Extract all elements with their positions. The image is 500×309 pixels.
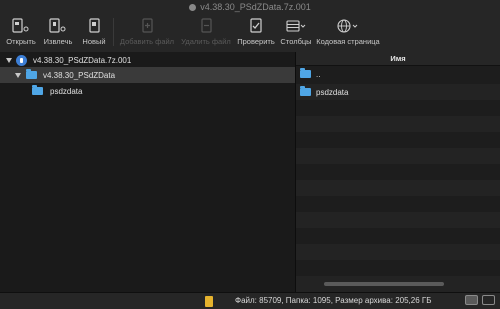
status-bar: Файл: 85709, Папка: 1095, Размер архива:… bbox=[0, 292, 500, 309]
zip-archive-icon bbox=[205, 296, 213, 307]
archive-title-icon bbox=[189, 3, 197, 11]
archive-icon bbox=[16, 54, 27, 66]
open-archive-icon bbox=[11, 17, 31, 34]
add-file-button[interactable]: Добавить файл bbox=[117, 17, 177, 46]
test-archive-button[interactable]: Проверить bbox=[235, 17, 277, 46]
file-list: Имя .. psdzdata bbox=[296, 52, 500, 292]
empty-row bbox=[296, 116, 500, 132]
column-view-button[interactable] bbox=[482, 295, 495, 305]
extract-icon bbox=[48, 17, 68, 34]
open-button[interactable]: Открыть bbox=[4, 17, 38, 46]
delete-file-icon bbox=[198, 17, 214, 34]
tree-item-v4-folder[interactable]: v4.38.30_PSdZData bbox=[0, 67, 295, 83]
empty-row bbox=[296, 148, 500, 164]
disclosure-expanded-icon[interactable] bbox=[15, 72, 21, 78]
tree-item-psdzdata[interactable]: psdzdata bbox=[0, 83, 301, 141]
add-file-icon bbox=[139, 17, 155, 34]
folder-tree: v4.38.30_PSdZData.7z.001 v4.38.30_PSdZDa… bbox=[0, 52, 301, 292]
globe-icon bbox=[336, 17, 360, 34]
tree-item-archive[interactable]: v4.38.30_PSdZData.7z.001 bbox=[0, 52, 295, 68]
app-window: v4.38.30_PSdZData.7z.001 Открыть Извлечь… bbox=[0, 0, 500, 309]
list-item[interactable]: .. bbox=[296, 66, 500, 82]
disclosure-expanded-icon[interactable] bbox=[6, 57, 12, 63]
new-archive-icon bbox=[86, 17, 102, 34]
folder-icon bbox=[26, 69, 37, 79]
folder-icon bbox=[300, 68, 311, 78]
horizontal-scrollbar[interactable] bbox=[324, 282, 444, 286]
columns-icon bbox=[285, 17, 307, 34]
empty-row bbox=[296, 244, 500, 260]
codepage-button[interactable]: Кодовая страница bbox=[315, 17, 381, 46]
delete-file-button[interactable]: Удалить файл bbox=[177, 17, 235, 46]
empty-row bbox=[296, 212, 500, 228]
test-archive-icon bbox=[248, 17, 264, 34]
column-header-name[interactable]: Имя bbox=[296, 52, 500, 66]
folder-icon bbox=[300, 86, 311, 96]
columns-button[interactable]: Столбцы bbox=[277, 17, 315, 46]
extract-button[interactable]: Извлечь bbox=[38, 17, 78, 46]
folder-icon bbox=[32, 85, 43, 95]
title-bar: v4.38.30_PSdZData.7z.001 bbox=[0, 0, 500, 14]
new-archive-button[interactable]: Новый bbox=[78, 17, 110, 46]
toolbar-separator bbox=[113, 18, 114, 46]
window-title: v4.38.30_PSdZData.7z.001 bbox=[189, 2, 311, 12]
status-text: Файл: 85709, Папка: 1095, Размер архива:… bbox=[235, 296, 432, 305]
empty-row bbox=[296, 180, 500, 196]
toolbar: Открыть Извлечь Новый Добавить файл Удал… bbox=[0, 14, 500, 52]
list-item[interactable]: psdzdata bbox=[296, 84, 500, 100]
list-view-button[interactable] bbox=[465, 295, 478, 305]
